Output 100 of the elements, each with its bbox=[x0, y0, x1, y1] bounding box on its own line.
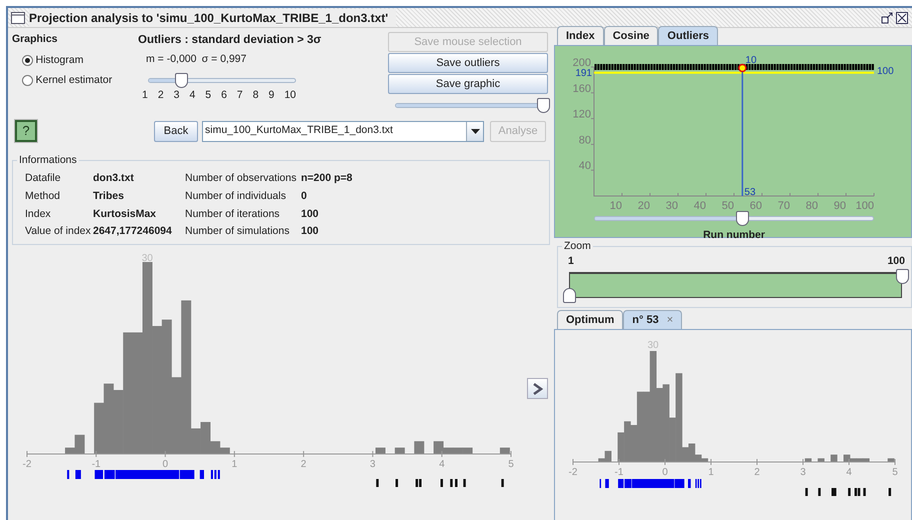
axis-label: 1 bbox=[232, 459, 238, 470]
axis-label: 5 bbox=[892, 467, 898, 478]
axis-label: -2 bbox=[22, 459, 32, 470]
outlier-mark bbox=[805, 488, 808, 496]
radio-label: Kernel estimator bbox=[36, 72, 112, 88]
axis-label: 4 bbox=[846, 467, 852, 478]
tick-label: 8 bbox=[252, 88, 259, 103]
outlier-mark bbox=[396, 479, 398, 487]
axis-label: 80 bbox=[806, 200, 818, 211]
info-value: Tribes bbox=[93, 188, 125, 204]
axis-label: 3 bbox=[800, 467, 806, 478]
info-label: Value of index bbox=[25, 224, 92, 240]
slider-caption: Run number bbox=[702, 228, 766, 243]
axis-label: 200 bbox=[572, 57, 591, 69]
run-value-label: 10 bbox=[745, 55, 757, 66]
axis-label: 5 bbox=[508, 459, 514, 470]
info-value: KurtosisMax bbox=[93, 206, 158, 222]
tick-label: 10 bbox=[284, 88, 296, 103]
axis-label: 0 bbox=[662, 467, 668, 478]
tick-label: 7 bbox=[236, 88, 243, 103]
expand-button[interactable] bbox=[527, 378, 548, 399]
histogram-bar bbox=[94, 402, 104, 454]
tick-label: 3 bbox=[174, 88, 180, 103]
axis-label: 30 bbox=[666, 200, 678, 211]
info-value: 100 bbox=[301, 206, 320, 222]
tick-label: 5 bbox=[205, 88, 212, 103]
run-value-label: 191 bbox=[575, 68, 592, 79]
tick-label: 1 bbox=[142, 88, 148, 103]
axis-label: 50 bbox=[722, 200, 734, 211]
info-value: 0 bbox=[301, 188, 308, 204]
axis-label: 60 bbox=[750, 200, 762, 211]
tab[interactable]: Optimum bbox=[557, 310, 624, 329]
mean-text: m = -0,000 bbox=[146, 52, 196, 68]
sigma-text: σ = 0,997 bbox=[202, 52, 246, 68]
axis-label: 10 bbox=[610, 200, 622, 211]
axis-label: 1 bbox=[708, 467, 714, 478]
axis-label: 3 bbox=[370, 459, 376, 470]
axis-label: -1 bbox=[92, 459, 101, 470]
info-value: n=200 p=8 bbox=[301, 171, 354, 186]
outlier-mark bbox=[501, 479, 504, 487]
radio-button[interactable] bbox=[22, 55, 33, 66]
window-title: Projection analysis to 'simu_100_KurtoMax_TRIBE_1_don3.txt' bbox=[29, 8, 396, 26]
info-label: Number of individuals bbox=[185, 188, 287, 204]
info-label: Method bbox=[25, 188, 62, 204]
outlier-mark bbox=[818, 488, 821, 496]
help-button[interactable]: ? bbox=[15, 120, 37, 142]
run-value-label: 53 bbox=[744, 187, 756, 198]
back-button[interactable]: Back bbox=[154, 120, 198, 142]
tick-label: 9 bbox=[268, 88, 274, 103]
tick-label: 4 bbox=[189, 88, 196, 103]
axis-label: -2 bbox=[568, 467, 578, 478]
window-icon bbox=[11, 12, 25, 24]
section-title: Outliers : standard deviation > 3σ bbox=[138, 33, 322, 48]
slider-thumb[interactable] bbox=[537, 98, 550, 113]
axis-label: 90 bbox=[834, 200, 846, 211]
axis-label: 100 bbox=[856, 200, 874, 211]
restore-icon[interactable] bbox=[881, 12, 893, 24]
axis-label: 0 bbox=[162, 459, 168, 470]
caret-icon bbox=[470, 128, 480, 134]
zoom-range[interactable] bbox=[562, 267, 909, 303]
dropdown-button[interactable] bbox=[466, 122, 483, 140]
range-thumb[interactable] bbox=[896, 269, 909, 284]
axis-label: 4 bbox=[439, 459, 445, 470]
action-button[interactable]: Save graphic bbox=[388, 74, 548, 94]
info-value: don3.txt bbox=[93, 171, 135, 186]
file-dropdown[interactable]: simu_100_KurtoMax_TRIBE_1_don3.txt bbox=[202, 120, 484, 142]
axis-label: 40 bbox=[578, 160, 591, 172]
tick-label: 2 bbox=[158, 88, 164, 103]
histogram-bar bbox=[804, 458, 812, 462]
histogram-bar bbox=[888, 458, 894, 462]
axis-label: 120 bbox=[572, 108, 591, 121]
axis-label: 70 bbox=[778, 200, 790, 211]
info-value: 2647,177246094 bbox=[93, 224, 173, 240]
info-label: Datafile bbox=[25, 171, 62, 186]
axis-label: -1 bbox=[614, 467, 624, 478]
range-thumb[interactable] bbox=[563, 288, 576, 303]
info-label: Number of observations bbox=[185, 171, 298, 186]
info-label: Index bbox=[25, 206, 52, 222]
axis-label: 2 bbox=[300, 459, 306, 470]
range-label: 1 bbox=[568, 255, 574, 267]
radio-button[interactable] bbox=[22, 74, 33, 86]
slider-thumb[interactable] bbox=[174, 73, 188, 88]
selected-run-marker bbox=[738, 64, 747, 72]
tab[interactable]: n° 53 × bbox=[623, 310, 682, 329]
info-label: Number of iterations bbox=[185, 206, 281, 222]
slider-thumb[interactable] bbox=[736, 211, 750, 226]
range-label: 100 bbox=[887, 255, 905, 267]
outlier-mark bbox=[888, 488, 892, 496]
tick-label: 6 bbox=[221, 88, 227, 103]
close-icon[interactable] bbox=[896, 12, 908, 24]
radio-label: Histogram bbox=[36, 52, 84, 68]
tab[interactable]: Outliers bbox=[658, 26, 718, 45]
tab[interactable]: Cosine bbox=[604, 26, 658, 45]
info-value: 100 bbox=[301, 224, 320, 240]
axis-label: 20 bbox=[638, 200, 650, 211]
histogram-bar bbox=[414, 441, 424, 454]
tab[interactable]: Index bbox=[557, 26, 604, 45]
action-button[interactable]: Save outliers bbox=[388, 53, 548, 73]
axis-label: 160 bbox=[572, 82, 591, 95]
histogram-bar bbox=[818, 458, 824, 462]
